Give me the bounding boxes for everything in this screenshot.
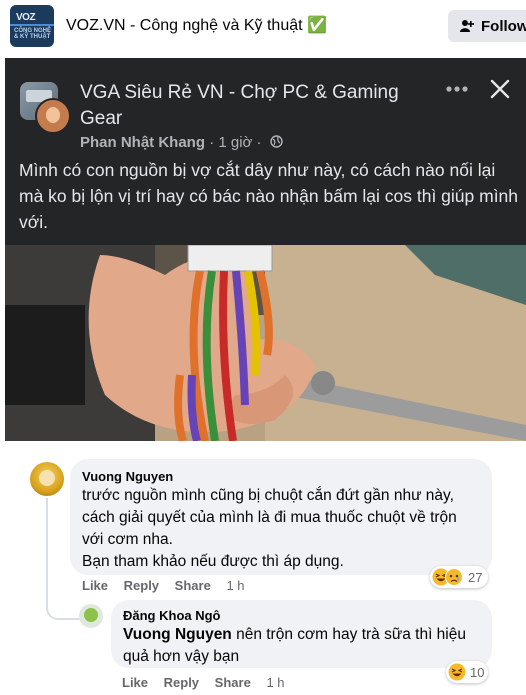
comment-time[interactable]: 1 h (266, 675, 284, 690)
more-options-icon[interactable] (445, 84, 469, 94)
comment-line: với cơm nha. (82, 531, 173, 548)
commenter-avatar[interactable] (30, 462, 64, 496)
follow-label: Follow (481, 18, 526, 35)
like-button[interactable]: Like (82, 578, 108, 593)
group-name[interactable]: VGA Siêu Rẻ VN - Chợ PC & Gaming Gear (80, 80, 420, 132)
commenter-name[interactable]: Vuong Nguyen (82, 469, 173, 484)
like-button[interactable]: Like (122, 675, 148, 690)
follow-icon (460, 20, 474, 32)
comment-line: cách giải quyết của mình là đi mua thuốc… (82, 509, 457, 526)
comment-line: trước nguồn mình cũng bị chuột cắn đứt g… (82, 487, 454, 504)
sad-emoji-icon (445, 568, 463, 586)
mention-link[interactable]: Vuong Nguyen (123, 626, 232, 643)
close-icon[interactable] (489, 78, 511, 100)
reply-line: Vuong Nguyen nên trộn cơm hay trà sữa th… (123, 624, 466, 646)
reply-button[interactable]: Reply (164, 675, 199, 690)
post-meta: Phan Nhật Khang · 1 giờ · (80, 134, 283, 151)
reply-line: quả hơn vậy bạn (123, 648, 240, 665)
globe-icon (270, 135, 283, 148)
reply-actions: Like Reply Share 1 h (122, 675, 297, 690)
reaction-summary[interactable]: 10 (446, 661, 488, 683)
reaction-count: 10 (470, 665, 485, 680)
comment-bubble: Vuong Nguyen trước nguồn mình cũng bị ch… (70, 459, 492, 575)
page-header: VOZ CÔNG NGHỆ & KỸ THUẬT VOZ.VN - Công n… (0, 0, 526, 52)
thread-connector (46, 498, 82, 620)
haha-emoji-icon (448, 663, 466, 681)
comment-line: Bạn tham khảo nếu được thì áp dụng. (82, 553, 344, 570)
share-button[interactable]: Share (215, 675, 251, 690)
post-photo[interactable] (5, 245, 526, 441)
page-name[interactable]: VOZ.VN - Công nghệ và Kỹ thuật ✅ (66, 15, 327, 35)
logo-text-bottom: CÔNG NGHỆ & KỸ THUẬT (14, 28, 52, 40)
share-button[interactable]: Share (175, 578, 211, 593)
reaction-summary[interactable]: 27 (430, 566, 488, 588)
reply-author-name[interactable]: Đăng Khoa Ngô (123, 608, 221, 623)
post-text: Mình có con nguồn bị vợ cắt dây như này,… (19, 160, 519, 232)
reaction-count: 27 (468, 570, 483, 585)
reply-text: nên trộn cơm hay trà sữa thì hiệu (231, 626, 466, 643)
comment-actions: Like Reply Share 1 h (82, 578, 257, 593)
logo-text-top: VOZ (16, 12, 36, 23)
comment-time[interactable]: 1 h (226, 578, 244, 593)
logo-stripe (10, 24, 54, 26)
author-avatar[interactable] (35, 98, 71, 134)
reply-avatar[interactable] (79, 604, 103, 628)
reply-bubble: Đăng Khoa Ngô Vuong Nguyen nên trộn cơm … (111, 600, 492, 668)
follow-button[interactable]: Follow (448, 10, 526, 42)
page-logo[interactable]: VOZ CÔNG NGHỆ & KỸ THUẬT (10, 5, 54, 47)
reply-button[interactable]: Reply (124, 578, 159, 593)
author-name[interactable]: Phan Nhật Khang (80, 134, 205, 151)
post-time[interactable]: · 1 giờ · (209, 134, 261, 151)
